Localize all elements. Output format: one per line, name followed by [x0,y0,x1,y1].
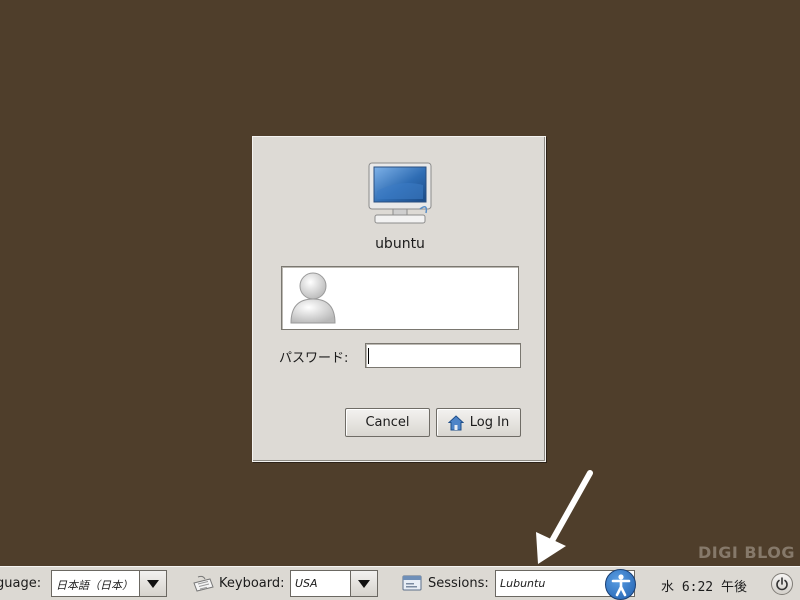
sessions-label: Sessions: [428,576,489,591]
home-icon [447,414,464,430]
user-list[interactable] [281,266,519,330]
watermark: DIGI BLOG [698,543,795,562]
password-label: パスワード: [279,351,349,366]
hostname: ubuntu [375,236,425,252]
language-label: guage: [0,576,42,591]
computer-icon [368,162,432,224]
accessibility-icon [611,573,630,596]
session-icon [402,575,422,591]
user-avatar-icon [290,272,336,324]
chevron-down-icon [147,579,159,588]
cancel-button[interactable]: Cancel [345,408,430,437]
power-button[interactable] [771,573,793,595]
keyboard-dropdown-button[interactable] [350,571,377,596]
user-list-item[interactable] [283,268,517,328]
power-icon [776,577,788,591]
language-value: 日本語（日本） [56,579,133,592]
language-select[interactable]: 日本語（日本） [51,570,167,597]
accessibility-button[interactable] [605,569,636,600]
annotation-arrow [536,470,593,564]
clock: 水 6:22 午後 [661,580,747,595]
chevron-down-icon [358,579,370,588]
language-dropdown-button[interactable] [139,571,166,596]
cancel-button-label: Cancel [365,415,410,430]
keyboard-icon [193,575,214,592]
password-field[interactable] [365,343,521,368]
keyboard-value: USA [295,577,318,590]
keyboard-label: Keyboard: [219,576,285,591]
bottom-panel: guage: 日本語（日本） Keyboard: USA Sessions: L… [0,566,800,600]
login-button[interactable]: Log In [436,408,521,437]
login-dialog: ubuntu パスワード: Cancel Log In [252,136,546,462]
keyboard-select[interactable]: USA [290,570,378,597]
login-button-label: Log In [469,415,510,430]
